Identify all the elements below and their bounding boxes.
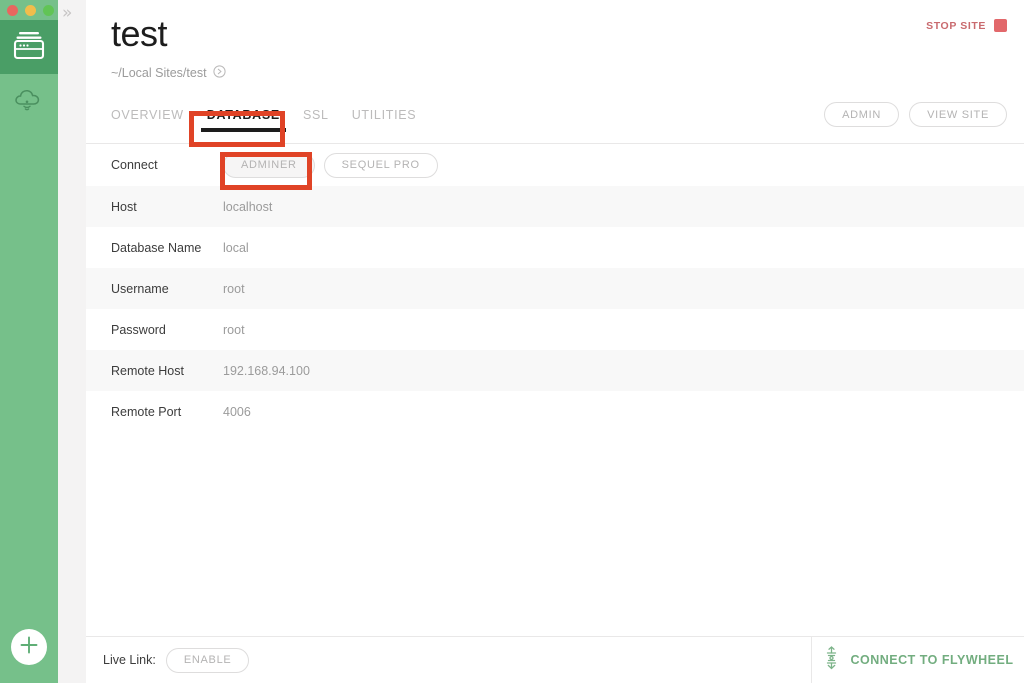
live-link-section: Live Link: ENABLE [86, 637, 811, 683]
local-app-window: » STOP SITE test ~/Local Sites/test OVER… [0, 0, 1024, 683]
tab-list: OVERVIEW DATABASE SSL UTILITIES [111, 108, 416, 132]
field-value-remote-host: 192.168.94.100 [223, 363, 310, 378]
field-value-username: root [223, 281, 245, 296]
sidebar [0, 0, 58, 683]
site-header: STOP SITE test ~/Local Sites/test [86, 0, 1024, 108]
tab-ssl[interactable]: SSL [303, 108, 329, 132]
connect-label: Connect [111, 158, 158, 172]
row-password: Password root [86, 309, 1024, 350]
site-path: ~/Local Sites/test [111, 65, 1024, 81]
site-path-text: ~/Local Sites/test [111, 66, 207, 80]
sidebar-item-sites[interactable] [0, 20, 58, 74]
footer-bar: Live Link: ENABLE CONNECT TO FLYWHEEL [86, 636, 1024, 683]
maximize-button[interactable] [43, 4, 54, 16]
field-label-host: Host [111, 199, 137, 214]
flywheel-logo-icon [823, 645, 840, 675]
window-stack-icon [12, 30, 46, 65]
row-connect: Connect ADMINER SEQUEL PRO [86, 144, 1024, 186]
row-remote-host: Remote Host 192.168.94.100 [86, 350, 1024, 391]
site-actions: ADMIN VIEW SITE [824, 102, 1007, 127]
page-title: test [111, 13, 168, 54]
row-remote-port: Remote Port 4006 [86, 391, 1024, 432]
field-label-password: Password [111, 322, 166, 337]
tab-database[interactable]: DATABASE [200, 108, 287, 132]
tab-utilities[interactable]: UTILITIES [352, 108, 417, 132]
row-database-name: Database Name local [86, 227, 1024, 268]
stop-site-button[interactable]: STOP SITE [926, 19, 1007, 32]
add-site-button[interactable] [11, 629, 47, 665]
cloud-download-icon [12, 84, 46, 119]
admin-button[interactable]: ADMIN [824, 102, 900, 127]
tab-bar: OVERVIEW DATABASE SSL UTILITIES ADMIN VI… [86, 102, 1024, 144]
field-label-remote-host: Remote Host [111, 363, 184, 378]
stop-square-icon [994, 19, 1007, 32]
field-value-host: localhost [223, 199, 273, 214]
view-site-button[interactable]: VIEW SITE [909, 102, 1007, 127]
database-details: Connect ADMINER SEQUEL PRO Host localhos… [86, 144, 1024, 636]
sequel-pro-button[interactable]: SEQUEL PRO [323, 152, 438, 178]
field-label-username: Username [111, 281, 169, 296]
minimize-button[interactable] [25, 4, 36, 16]
live-link-label: Live Link: [103, 653, 156, 667]
close-button[interactable] [7, 4, 18, 16]
main-panel: STOP SITE test ~/Local Sites/test OVERVI… [86, 0, 1024, 683]
field-value-password: root [223, 322, 245, 337]
row-username: Username root [86, 268, 1024, 309]
live-link-enable-button[interactable]: ENABLE [165, 647, 250, 673]
field-label-database-name: Database Name [111, 240, 202, 255]
row-host: Host localhost [86, 186, 1024, 227]
field-value-remote-port: 4006 [223, 404, 251, 419]
window-traffic-lights [0, 0, 58, 20]
panel-collapse-strip: » [58, 0, 86, 683]
plus-icon [18, 634, 40, 661]
sidebar-item-cloud[interactable] [0, 74, 58, 128]
tab-overview[interactable]: OVERVIEW [111, 108, 184, 132]
stop-site-label: STOP SITE [926, 19, 986, 32]
field-label-remote-port: Remote Port [111, 404, 182, 419]
reveal-in-finder-icon[interactable] [212, 65, 226, 81]
field-value-database-name: local [223, 240, 249, 255]
adminer-button[interactable]: ADMINER [223, 152, 315, 178]
flywheel-label: CONNECT TO FLYWHEEL [850, 653, 1014, 667]
chevron-double-right-icon[interactable]: » [62, 5, 72, 22]
connect-to-flywheel-button[interactable]: CONNECT TO FLYWHEEL [811, 637, 1024, 683]
connect-buttons: ADMINER SEQUEL PRO [223, 152, 438, 178]
